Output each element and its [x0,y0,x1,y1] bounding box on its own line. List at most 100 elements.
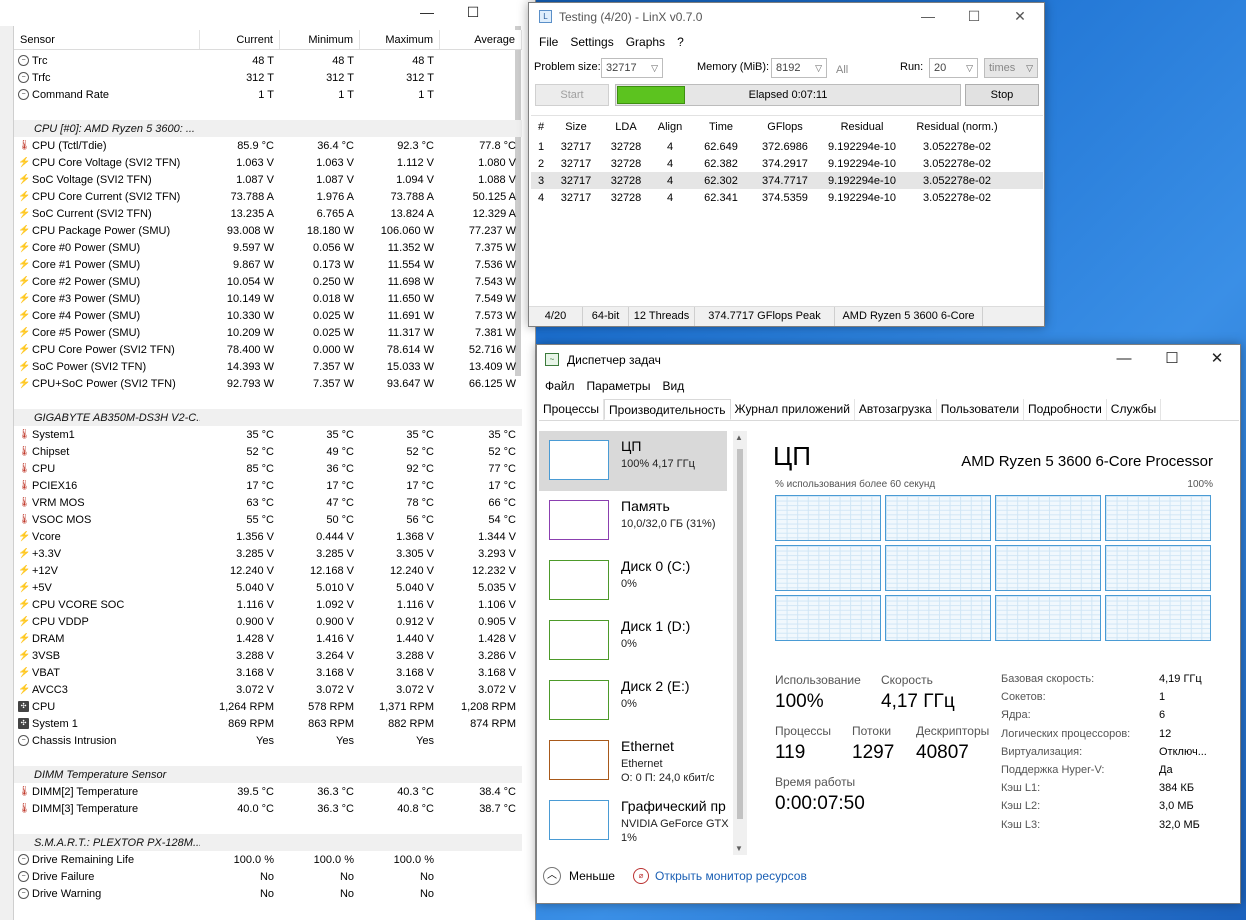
sensor-row[interactable]: 🌡 PCIEX16 17 °C 17 °C 17 °C 17 °C [14,477,522,494]
resource-item[interactable]: Память 10,0/32,0 ГБ (31%) [539,491,727,551]
scroll-down-icon[interactable]: ▼ [735,844,743,853]
tab-services[interactable]: Службы [1107,399,1162,420]
sensor-row[interactable]: ⚡ Core #4 Power (SMU) 10.330 W 0.025 W 11.69… [14,307,522,324]
sensor-row[interactable]: ⚡ AVCC3 3.072 V 3.072 V 3.072 V 3.072 V [14,681,522,698]
sensor-row[interactable]: ⚡ Vcore 1.356 V 0.444 V 1.368 V 1.344 V [14,528,522,545]
sensor-row[interactable]: ⚡ CPU+SoC Power (SVI2 TFN) 92.793 W 7.357 W… [14,375,522,392]
sensor-row[interactable]: − Drive Remaining Life 100.0 % 100.0 % 100.0… [14,851,522,868]
sensor-row[interactable]: 🌡 VRM MOS 63 °C 47 °C 78 °C 66 °C [14,494,522,511]
sensor-row[interactable]: ⚡ Core #0 Power (SMU) 9.597 W 0.056 W 11.352… [14,239,522,256]
sensor-row[interactable]: ⚡ Core #1 Power (SMU) 9.867 W 0.173 W 11.554… [14,256,522,273]
minimize-button[interactable]: — [1101,345,1147,375]
results-column-header[interactable]: Align [651,121,689,133]
start-button[interactable]: Start [535,84,609,106]
menu-options[interactable]: Параметры [581,375,657,397]
tab-processes[interactable]: Процессы [539,399,605,420]
results-column-header[interactable]: # [531,121,551,133]
sensor-row[interactable]: 🌡 CPU 85 °C 36 °C 92 °C 77 °C [14,460,522,477]
all-checkbox-label[interactable]: All [836,64,848,76]
column-header-average[interactable]: Average [440,30,522,49]
sensor-row[interactable]: 🌡 DIMM[2] Temperature 39.5 °C 36.3 °C 40.3 °… [14,783,522,800]
sensor-row[interactable]: ⚡ 3VSB 3.288 V 3.264 V 3.288 V 3.286 V [14,647,522,664]
fewer-details-button[interactable]: Меньше [569,869,615,883]
sensor-row[interactable]: ⚡ Core #2 Power (SMU) 10.054 W 0.250 W 11.69… [14,273,522,290]
sensor-row[interactable]: − Command Rate 1 T 1 T 1 T [14,86,522,103]
sensor-row[interactable]: ⚡ +3.3V 3.285 V 3.285 V 3.305 V 3.293 V [14,545,522,562]
resource-item[interactable]: Диск 0 (C:) 0% [539,551,727,611]
sensor-row[interactable]: ⚡ SoC Current (SVI2 TFN) 13.235 A 6.765 A 13… [14,205,522,222]
menu-file[interactable]: Файл [539,375,581,397]
run-unit-combo[interactable]: times ▽ [984,58,1038,78]
sensor-group-header[interactable]: S.M.A.R.T.: PLEXTOR PX-128M... [14,834,522,851]
sensor-row[interactable]: ✣ System 1 869 RPM 863 RPM 882 RPM 874 RPM [14,715,522,732]
resource-item[interactable]: Диск 2 (E:) 0% [539,671,727,731]
minimize-button[interactable]: — [905,3,951,31]
column-header-current[interactable]: Current [200,30,280,49]
column-header-minimum[interactable]: Minimum [280,30,360,49]
resource-item[interactable]: Графический пр NVIDIA GeForce GTX 1% [539,791,729,851]
results-row[interactable]: 3 32717 32728 4 62.302 374.7717 9.192294e-10 3.… [531,172,1043,189]
menu-view[interactable]: Вид [656,375,690,397]
sensor-group-header[interactable]: GIGABYTE AB350M-DS3H V2-C... [14,409,522,426]
results-row[interactable]: 1 32717 32728 4 62.649 372.6986 9.192294e-10 3.… [531,138,1043,155]
sensor-row[interactable]: − Trfc 312 T 312 T 312 T [14,69,522,86]
resource-list-scrollbar[interactable]: ▲ ▼ [733,431,747,855]
sensor-row[interactable]: 🌡 CPU (Tctl/Tdie) 85.9 °C 36.4 °C 92.3 °C 77.… [14,137,522,154]
sensor-row[interactable]: − Drive Failure No No No [14,868,522,885]
sensor-row[interactable]: ⚡ CPU VCORE SOC 1.116 V 1.092 V 1.116 V 1.106… [14,596,522,613]
column-header-sensor[interactable]: Sensor [14,30,200,49]
sensor-row[interactable]: 🌡 VSOC MOS 55 °C 50 °C 56 °C 54 °C [14,511,522,528]
scroll-up-icon[interactable]: ▲ [735,433,743,442]
sensor-row[interactable]: ⚡ DRAM 1.428 V 1.416 V 1.440 V 1.428 V [14,630,522,647]
tab-details[interactable]: Подробности [1024,399,1107,420]
sensor-row[interactable]: ⚡ SoC Voltage (SVI2 TFN) 1.087 V 1.087 V 1.0… [14,171,522,188]
results-column-header[interactable]: Residual (norm.) [907,121,1007,133]
sensor-group-header[interactable]: DIMM Temperature Sensor [14,766,522,783]
sensor-row[interactable]: ⚡ Core #3 Power (SMU) 10.149 W 0.018 W 11.65… [14,290,522,307]
resource-item[interactable]: Ethernet Ethernet О: 0 П: 24,0 кбит/с [539,731,727,791]
menu-help[interactable]: ? [671,31,690,53]
menu-file[interactable]: File [533,31,564,53]
results-column-header[interactable]: LDA [601,121,651,133]
run-count-combo[interactable]: 20 ▽ [929,58,978,78]
results-column-header[interactable]: GFlops [753,121,817,133]
maximize-button[interactable]: ☐ [1149,345,1195,375]
close-button[interactable]: ✕ [997,3,1043,31]
scrollbar-thumb[interactable] [737,449,743,819]
sensor-row[interactable]: ⚡ VBAT 3.168 V 3.168 V 3.168 V 3.168 V [14,664,522,681]
results-row[interactable]: 2 32717 32728 4 62.382 374.2917 9.192294e-10 3.… [531,155,1043,172]
resource-item[interactable]: ЦП 100% 4,17 ГГц [539,431,727,491]
sensor-row[interactable]: ⚡ CPU Core Current (SVI2 TFN) 73.788 A 1.97… [14,188,522,205]
sensor-row[interactable]: − Chassis Intrusion Yes Yes Yes [14,732,522,749]
sensor-row[interactable]: − Trc 48 T 48 T 48 T [14,52,522,69]
sensor-row[interactable]: ⚡ CPU Package Power (SMU) 93.008 W 18.180 W… [14,222,522,239]
minimize-button[interactable]: — [404,0,450,26]
maximize-button[interactable]: ☐ [951,3,997,31]
menu-graphs[interactable]: Graphs [620,31,671,53]
sensor-row[interactable]: ⚡ CPU Core Power (SVI2 TFN) 78.400 W 0.000 … [14,341,522,358]
sensor-row[interactable]: ⚡ +12V 12.240 V 12.168 V 12.240 V 12.232 V [14,562,522,579]
results-column-header[interactable]: Residual [817,121,907,133]
tab-app-history[interactable]: Журнал приложений [731,399,855,420]
column-header-maximum[interactable]: Maximum [360,30,440,49]
sensor-row[interactable]: ⚡ CPU VDDP 0.900 V 0.900 V 0.912 V 0.905 V [14,613,522,630]
tab-users[interactable]: Пользователи [937,399,1025,420]
close-button[interactable]: ✕ [1194,345,1240,375]
results-column-header[interactable]: Size [551,121,601,133]
sensor-row[interactable]: ✣ CPU 1,264 RPM 578 RPM 1,371 RPM 1,208 RPM [14,698,522,715]
chevron-up-icon[interactable]: ︿ [543,867,561,885]
sensor-row[interactable]: ⚡ Core #5 Power (SMU) 10.209 W 0.025 W 11.31… [14,324,522,341]
menu-settings[interactable]: Settings [564,31,619,53]
stop-button[interactable]: Stop [965,84,1039,106]
sensor-row[interactable]: 🌡 System1 35 °C 35 °C 35 °C 35 °C [14,426,522,443]
results-row[interactable]: 4 32717 32728 4 62.341 374.5359 9.192294e-10 3.… [531,189,1043,206]
sensor-row[interactable]: ⚡ +5V 5.040 V 5.010 V 5.040 V 5.035 V [14,579,522,596]
open-resource-monitor-link[interactable]: Открыть монитор ресурсов [655,869,807,883]
maximize-button[interactable]: ☐ [450,0,496,26]
sensor-group-header[interactable]: CPU [#0]: AMD Ryzen 5 3600: ... [14,120,522,137]
tab-performance[interactable]: Производительность [604,399,731,420]
resource-item[interactable]: Диск 1 (D:) 0% [539,611,727,671]
results-column-header[interactable]: Time [689,121,753,133]
sensor-row[interactable]: 🌡 DIMM[3] Temperature 40.0 °C 36.3 °C 40.8 °… [14,800,522,817]
problem-size-combo[interactable]: 32717 ▽ [601,58,663,78]
